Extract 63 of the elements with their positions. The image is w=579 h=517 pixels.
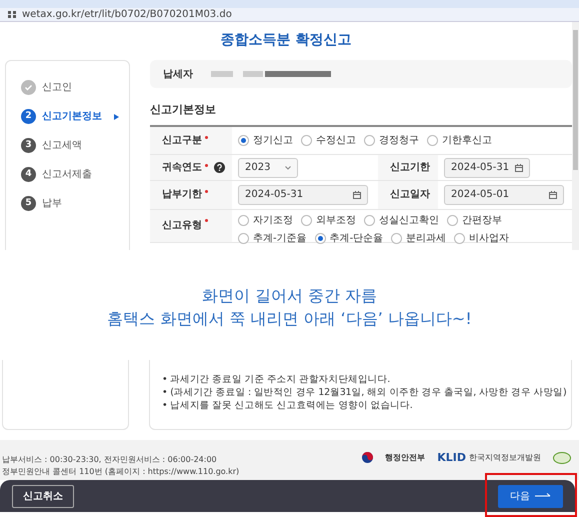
note-text: • 납세지를 잘못 신고해도 신고효력에는 영향이 없습니다. [162, 400, 414, 411]
field-label: 신고유형 [162, 219, 202, 233]
radio-option[interactable]: 성실신고확인 [364, 212, 439, 228]
radio-option[interactable]: 기한후신고 [427, 132, 492, 148]
radio-option[interactable]: 경정청구 [364, 132, 419, 148]
step-number: 3 [21, 138, 36, 153]
url-text[interactable]: wetax.go.kr/etr/lit/b0702/B070201M03.do [22, 10, 232, 20]
footer-text: 정부민원안내 콜센터 110번 (홈페이지 : https://www.110.go.kr) [2, 466, 240, 478]
required-mark [205, 218, 208, 222]
emblem-icon [362, 452, 374, 464]
calendar-icon[interactable] [353, 190, 361, 198]
calendar-icon[interactable] [515, 164, 523, 172]
field-label: 귀속연도 [162, 160, 202, 174]
check-icon [21, 80, 36, 95]
arrow-right-icon [535, 493, 551, 499]
radio-option[interactable]: 추계-단순율 [314, 230, 384, 246]
step-number: 4 [21, 167, 36, 182]
radio-option[interactable]: 외부조정 [301, 212, 356, 228]
required-mark [205, 164, 208, 166]
radio-option[interactable]: 추계-기준율 [238, 230, 307, 246]
note-text: • 과세기간 종료일 기준 주소지 관할자치단체입니다. [162, 374, 392, 385]
klid-name-text: 한국지역정보개발원 [469, 452, 541, 464]
step-number: 5 [21, 196, 36, 211]
step-number: 2 [21, 109, 36, 124]
step-label[interactable]: 신고세액 [42, 138, 82, 153]
section-title: 신고기본정보 [150, 102, 217, 118]
field-label: 신고구분 [162, 134, 202, 148]
radio-option[interactable]: 분리과세 [391, 230, 446, 246]
scrollbar[interactable] [572, 22, 579, 250]
step-label[interactable]: 신고기본정보 [42, 109, 102, 124]
required-mark [205, 136, 208, 138]
chevron-down-icon [285, 166, 291, 170]
note-text: • (과세기간 종료일 : 일반적인 경우 12월31일, 해외 이주한 경우 출국일, 사망한 경우 사망일) [162, 387, 568, 398]
date-field[interactable]: 2024-05-31 [238, 184, 368, 204]
calendar-icon[interactable] [549, 190, 557, 198]
year-select[interactable]: 2023 [238, 158, 298, 178]
help-icon[interactable] [214, 162, 225, 172]
radio-option[interactable]: 간편장부 [447, 212, 502, 228]
next-button[interactable]: 다음 [498, 484, 563, 508]
footer-text: 납부서비스 : 00:30-23:30, 전자민원서비스 : 06:00-24:00 [2, 454, 218, 466]
ministry-logo-text: 행정안전부 [385, 452, 426, 464]
annotation-text: 화면이 길어서 중간 자름 [202, 286, 378, 305]
radio-option[interactable]: 수정신고 [301, 132, 356, 148]
field-label: 신고일자 [390, 188, 430, 202]
step-label[interactable]: 신고서제출 [42, 167, 92, 182]
klid-logo-text: KLID [437, 450, 466, 466]
step-label[interactable]: 납부 [42, 196, 62, 211]
cancel-button[interactable]: 신고취소 [12, 484, 74, 508]
pointer-icon [114, 114, 119, 120]
step-label[interactable]: 신고인 [42, 80, 72, 95]
date-field[interactable]: 2024-05-01 [444, 184, 564, 204]
site-info-icon[interactable] [8, 11, 16, 18]
field-label: 납부기한 [162, 188, 202, 202]
seal-icon [553, 452, 571, 464]
page-title: 종합소득분 확정신고 [220, 31, 352, 50]
radio-option[interactable]: 비사업자 [454, 230, 510, 246]
field-label: 신고기한 [390, 160, 430, 174]
radio-option[interactable]: 자기조정 [238, 212, 293, 228]
annotation-text: 홈택스 화면에서 쭉 내리면 아래 ‘다음’ 나옵니다~! [107, 309, 472, 328]
taxpayer-label: 납세자 [163, 68, 193, 82]
date-field[interactable]: 2024-05-31 [444, 158, 530, 178]
required-mark [205, 190, 208, 192]
radio-option[interactable]: 정기신고 [238, 132, 293, 148]
